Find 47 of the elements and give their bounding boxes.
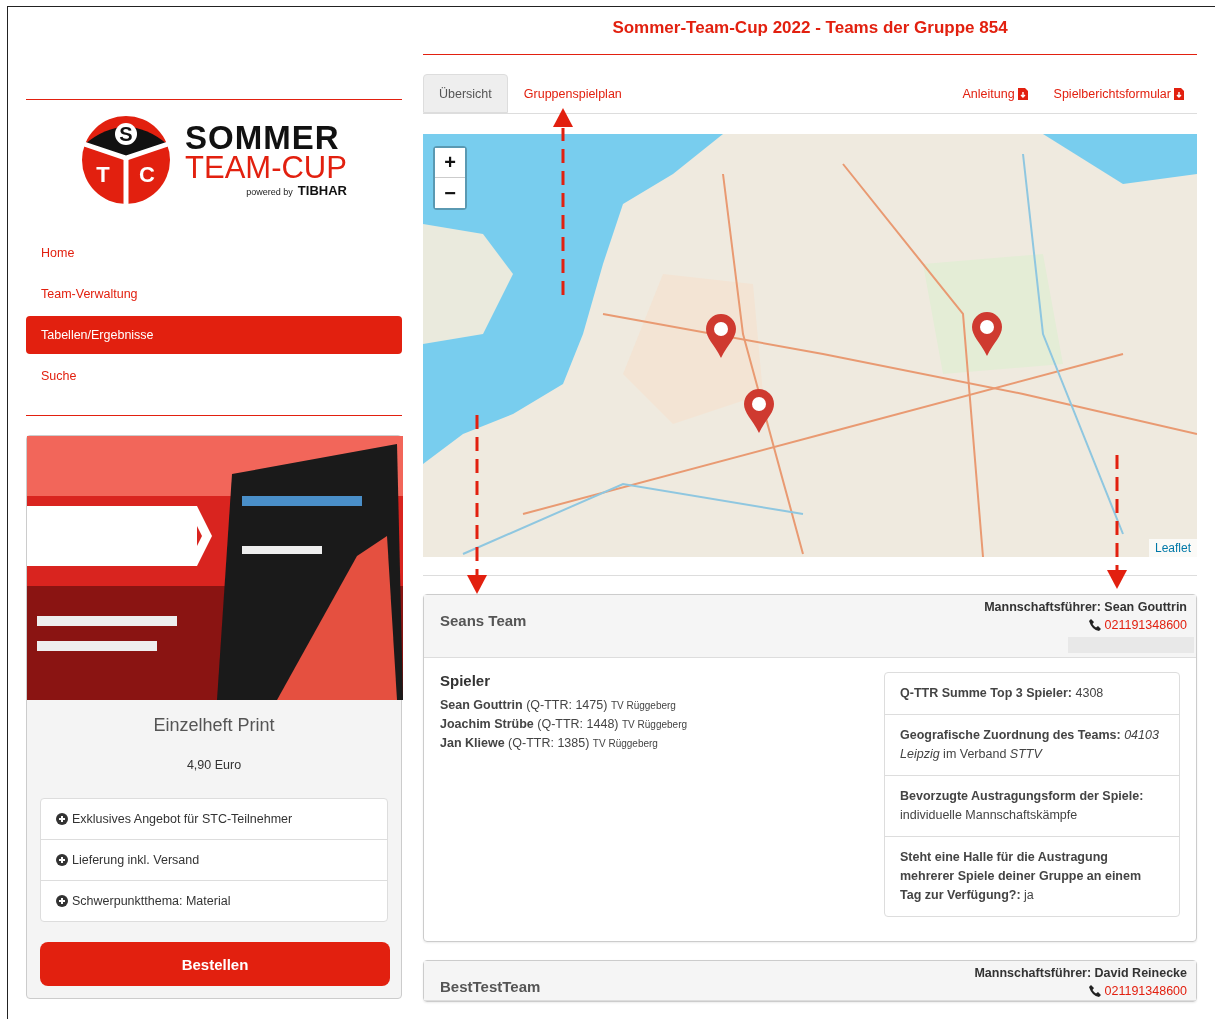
nav-link[interactable]: Tabellen/Ergebnisse	[26, 316, 402, 354]
team-captain: Mannschaftsführer: David Reinecke	[974, 966, 1187, 980]
download-link[interactable]: Anleitung	[949, 75, 1041, 113]
sponsor-logo: TIBHAR	[297, 182, 347, 198]
page-title: Sommer-Team-Cup 2022 - Teams der Gruppe 854	[611, 17, 1009, 39]
team-name: BestTestTeam	[440, 978, 541, 997]
phone-icon	[1088, 985, 1101, 997]
info-item: Geografische Zuordnung des Teams: 04103 Leipzig im Verband STTV	[885, 714, 1179, 775]
plus-circle-icon	[56, 895, 68, 907]
logo-wordmark: TEAM-CUP	[185, 152, 347, 183]
team-name: Seans Team	[440, 612, 527, 631]
player-entry: Jan Kliewe (Q-TTR: 1385) TV Rüggeberg	[440, 735, 659, 752]
info-item: Bevorzugte Austragungsform der Spiele: individuelle Mannschaftskämpfe	[885, 775, 1179, 836]
logo-wordmark: SOMMER	[185, 122, 341, 153]
feature-text: Exklusives Angebot für STC-Teilnehmer	[72, 812, 293, 826]
plus-circle-icon	[56, 813, 68, 825]
phone-link[interactable]: 021191348600	[1104, 618, 1187, 632]
player-entry: Joachim Strübe (Q-TTR: 1448) TV Rüggeberg	[440, 716, 688, 733]
file-download-icon	[1017, 88, 1028, 100]
tab[interactable]: Übersicht	[423, 74, 508, 113]
map-attribution-link[interactable]: Leaflet	[1148, 539, 1197, 557]
team-captain: Mannschaftsführer: Sean Gouttrin	[984, 600, 1187, 614]
powered-by-text: powered by	[246, 186, 293, 197]
zoom-out-button[interactable]: −	[435, 178, 465, 208]
product-price: 4,90 Euro	[185, 758, 243, 772]
map-pin-icon[interactable]	[706, 314, 736, 358]
file-download-icon	[1174, 88, 1184, 100]
nav-link[interactable]: Suche	[26, 357, 402, 395]
phone-link[interactable]: 021191348600	[1104, 984, 1187, 998]
tab[interactable]: Gruppenspielplan	[507, 74, 638, 113]
section-heading: Spieler	[440, 672, 492, 689]
feature-text: Schwerpunktthema: Material	[72, 894, 231, 908]
zoom-in-button[interactable]: +	[435, 148, 465, 178]
map-pin-icon[interactable]	[972, 312, 1002, 356]
nav-link[interactable]: Home	[26, 234, 402, 272]
nav-link[interactable]: Team-Verwaltung	[26, 275, 402, 313]
player-entry: Sean Gouttrin (Q-TTR: 1475) TV Rüggeberg	[440, 697, 677, 714]
product-title: Einzelheft Print	[152, 715, 276, 736]
map-pin-icon[interactable]	[744, 389, 774, 433]
feature-text: Lieferung inkl. Versand	[72, 853, 200, 867]
order-button[interactable]: Bestellen	[40, 942, 390, 986]
info-item: Q-TTR Summe Top 3 Spieler: 4308	[899, 685, 1105, 702]
logo-emblem-icon: S T C	[81, 114, 172, 206]
phone-icon	[1088, 619, 1101, 631]
plus-circle-icon	[56, 854, 68, 866]
info-item: Steht eine Halle für die Austragung mehrerer Spiele deiner Gruppe an einem Tag zur Verfügung?: ja	[885, 836, 1179, 916]
download-link[interactable]: Spielberichtsformular	[1040, 75, 1197, 113]
